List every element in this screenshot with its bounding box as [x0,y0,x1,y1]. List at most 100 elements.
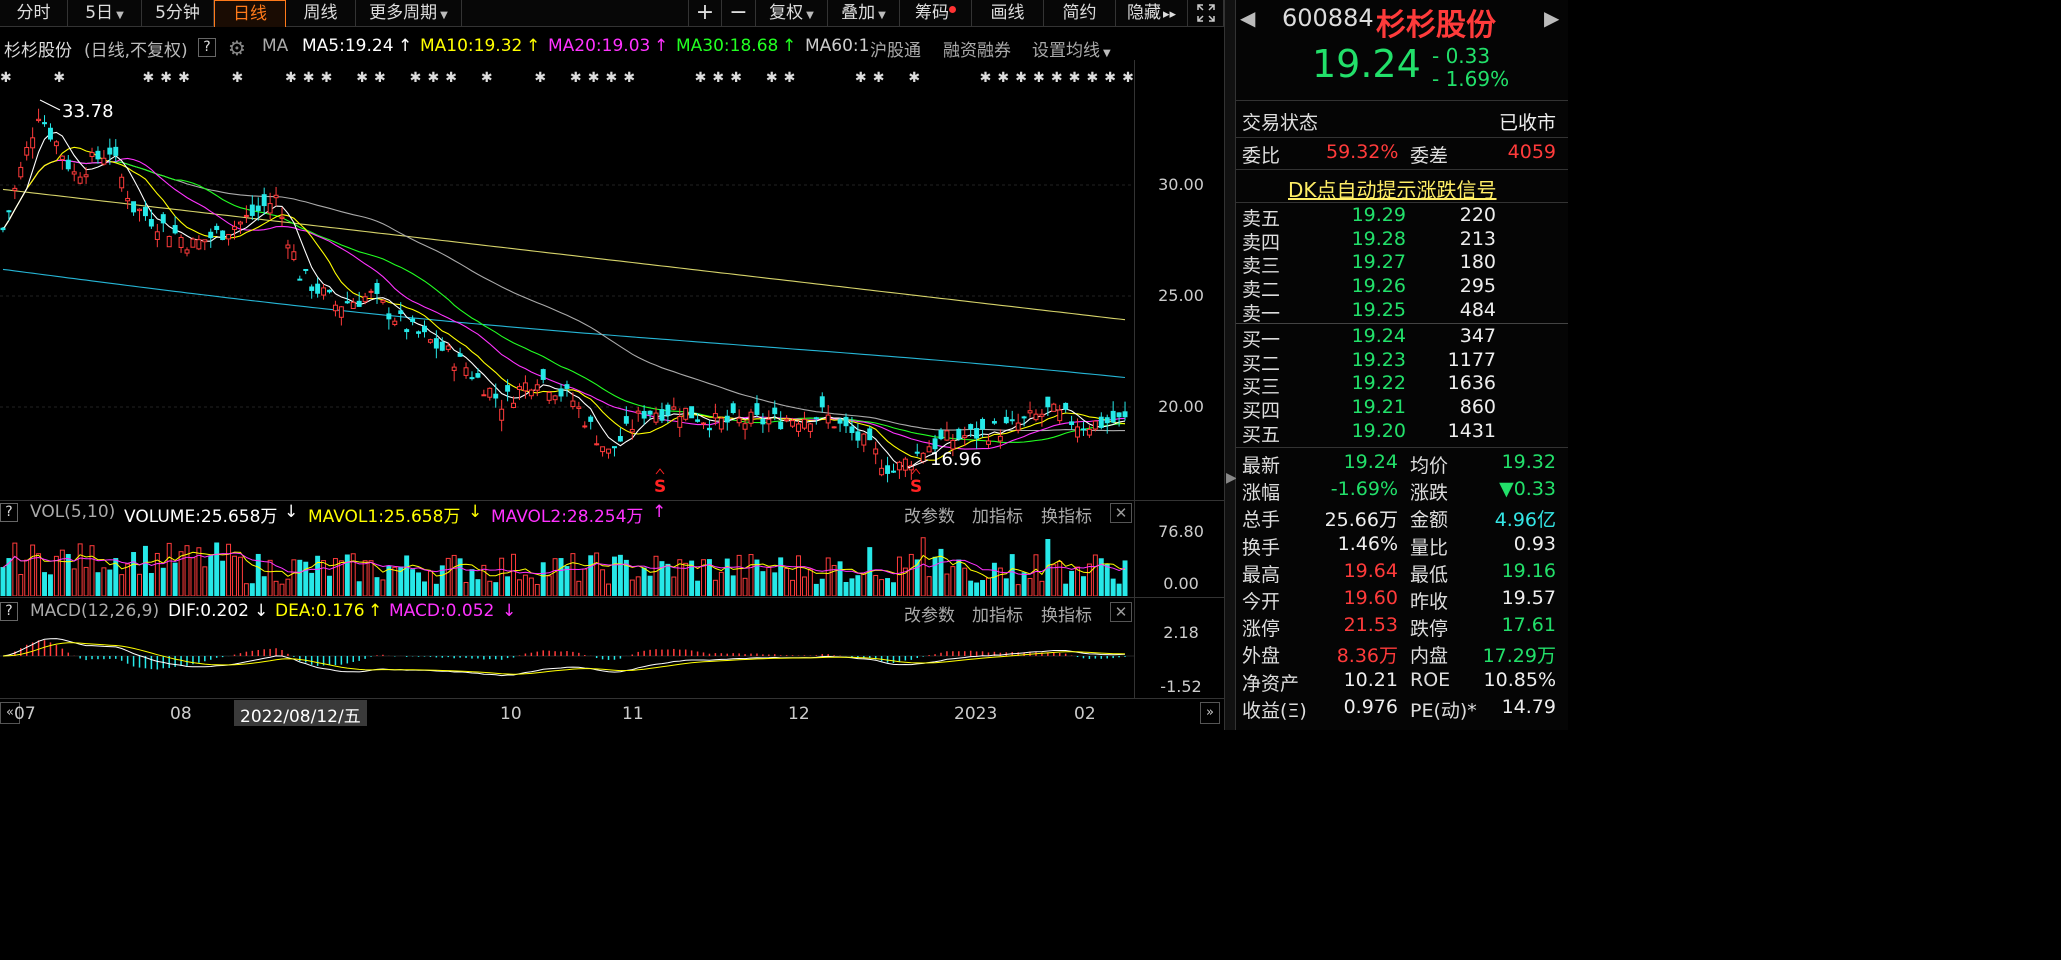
candle-body [208,231,214,239]
volume-bar [522,574,528,596]
tab-more-periods[interactable]: 更多周期 ▼ [356,0,462,27]
margin-trading-link[interactable]: 融资融券 [943,36,1011,61]
volume-bar [665,563,671,596]
vol-tick: 0.00 [1163,574,1199,593]
bid-price[interactable]: 19.24 [1336,325,1406,347]
ma250-line [2,188,1126,321]
volume-bar [944,573,950,596]
macd-tick: -1.52 [1160,677,1202,696]
dk-signal-link[interactable]: DK点自动提示涨跌信号 [1288,174,1497,203]
ask-price[interactable]: 19.29 [1336,204,1406,226]
panel-splitter[interactable]: ▶ [1224,0,1237,730]
stat-value: 19.32 [1501,451,1556,473]
overlay-button[interactable]: 叠加 ▼ [828,0,900,27]
simple-mode-button[interactable]: 简约 [1044,0,1116,27]
ask-price[interactable]: 19.26 [1336,275,1406,297]
volume-bar [908,553,914,596]
chevron-down-icon: ▼ [440,10,448,21]
candle-body [410,318,416,323]
double-chevron-left-icon: « [6,705,14,720]
ma5-value: MA5:19.24 [302,36,394,56]
volume-bar [991,562,997,596]
weicha-value: 4059 [1507,141,1556,163]
gear-icon[interactable]: ⚙ [228,36,246,60]
ask-price[interactable]: 19.28 [1336,228,1406,250]
candle-body [469,377,475,380]
draw-line-button[interactable]: 画线 [972,0,1044,27]
candle-body [226,234,232,240]
volume-bar [499,557,505,596]
help-button[interactable]: ? [198,38,216,57]
candle-body [701,422,706,425]
scroll-right-button[interactable]: » [1200,702,1220,724]
event-marker: ✱ [178,70,190,86]
adjust-button[interactable]: 复权 ▼ [756,0,828,27]
add-indicator-button[interactable]: 加指标 [972,502,1023,527]
volume-value: VOLUME:25.658万 [124,507,278,527]
set-ma-button[interactable]: 设置均线 ▼ [1032,36,1111,61]
add-indicator-button[interactable]: 加指标 [972,601,1023,626]
bid-price[interactable]: 19.22 [1336,372,1406,394]
zoom-out-button[interactable]: − [722,0,756,27]
ma120-line [2,268,1126,379]
candle-body [1033,413,1039,421]
price-tick: 20.00 [1158,397,1204,416]
candle-body [249,204,255,216]
candle-body [736,417,742,424]
candle-body [540,369,546,380]
stat-value: 17.29万 [1482,645,1556,668]
stat-value: 8.36万 [1336,645,1398,668]
volume-bar [226,543,232,596]
tab-5min[interactable]: 5分钟 [142,0,214,27]
tab-intraday[interactable]: 分时 [0,0,68,27]
prev-stock-button[interactable]: ◀ [1240,6,1255,30]
volume-bar [552,558,558,596]
ask-price[interactable]: 19.27 [1336,251,1406,273]
volume-chart[interactable] [0,526,1134,596]
volume-bar [647,575,653,596]
volume-bar [546,575,552,596]
tab-weekly[interactable]: 周线 [286,0,356,27]
zoom-in-button[interactable]: + [688,0,722,27]
ask-price[interactable]: 19.25 [1336,299,1406,321]
volume-bar [511,553,517,596]
volume-bar [1009,554,1015,596]
volume-bar [36,553,42,596]
help-button[interactable]: ? [0,503,18,522]
event-marker: ✱ [623,70,635,86]
candle-body [576,406,582,409]
candle-body [493,393,499,399]
volume-bar [445,557,451,596]
stat-label: 内盘 [1410,645,1449,668]
fullscreen-button[interactable] [1188,0,1224,27]
candle-body [1104,417,1110,424]
macd-chart[interactable] [0,624,1134,698]
candle-body [71,171,77,175]
chips-button[interactable]: 筹码 [900,0,972,27]
switch-indicator-button[interactable]: 换指标 [1041,502,1092,527]
bid-price[interactable]: 19.21 [1336,396,1406,418]
candlestick-chart[interactable]: ✱ ✱ ✱ ✱ ✱ ✱ ✱ ✱ ✱ ✱ ✱ ✱ ✱ ✱ ✱ ✱ ✱ ✱ ✱ ✱ ✱ ✱ ✱ ✱ ✱ ✱ ✱ ✱ ✱ ✱ ✱ ✱ ✱ ✱ ✱ ✱ ✱ 33.… [0,60,1134,500]
switch-indicator-button[interactable]: 换指标 [1041,601,1092,626]
hide-button[interactable]: 隐藏 ▸▸ [1116,0,1188,27]
tab-daily[interactable]: 日线 [214,0,286,27]
close-icon[interactable]: ✕ [1110,602,1132,622]
candle-body [825,414,831,424]
weicha-label: 委差 [1410,145,1449,167]
bid-volume: 347 [1459,325,1496,347]
next-stock-button[interactable]: ▶ [1544,6,1559,30]
candle-body [77,176,83,184]
hgt-link[interactable]: 沪股通 [870,36,921,61]
tab-5day[interactable]: 5日 ▼ [68,0,142,27]
help-button[interactable]: ? [0,602,18,621]
macd-tick: 2.18 [1163,623,1199,642]
volume-bar [416,572,422,596]
bid-price[interactable]: 19.23 [1336,349,1406,371]
candle-body [362,296,368,303]
edit-params-button[interactable]: 改参数 [904,502,955,527]
candle-body [528,389,534,397]
edit-params-button[interactable]: 改参数 [904,601,955,626]
volume-bar [47,574,53,596]
bid-price[interactable]: 19.20 [1336,420,1406,442]
close-icon[interactable]: ✕ [1110,503,1132,523]
